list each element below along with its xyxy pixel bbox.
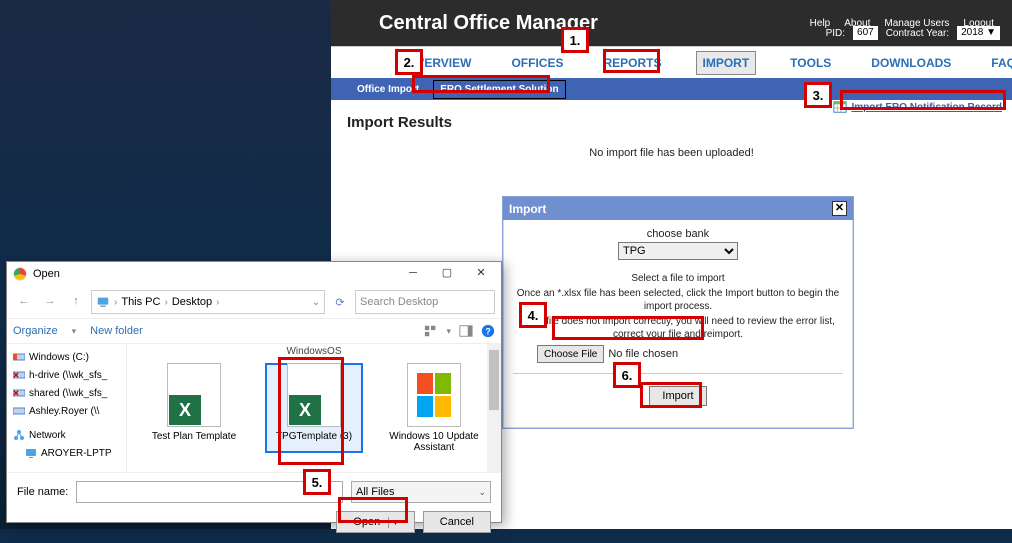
tree-node-user[interactable]: Ashley.Royer (\\ — [13, 402, 126, 420]
tree-node-aroyer[interactable]: AROYER-LPTP — [13, 444, 126, 462]
search-input[interactable]: Search Desktop — [355, 290, 495, 314]
divider — [513, 373, 843, 374]
fd-body: Windows (C:) h-drive (\\wk_sfs_ shared (… — [7, 344, 501, 472]
callout-1: 1. — [561, 27, 589, 53]
tree-node-h-drive[interactable]: h-drive (\\wk_sfs_ — [13, 366, 126, 384]
file-open-dialog: Open ─ ▢ ✕ ← → ↑ › This PC › Desktop › ⌄… — [6, 261, 502, 523]
close-icon[interactable]: ✕ — [467, 265, 495, 283]
callout-6: 6. — [613, 362, 641, 388]
help-icon[interactable]: ? — [481, 324, 495, 338]
back-icon[interactable]: ← — [13, 291, 35, 313]
network-drive-icon — [13, 405, 25, 417]
view-icon[interactable] — [424, 324, 438, 338]
callout-3: 3. — [804, 82, 832, 108]
bank-select[interactable]: TPG — [618, 242, 738, 260]
chevron-down-icon: ⌄ — [478, 487, 486, 498]
fd-nav: ← → ↑ › This PC › Desktop › ⌄ ⟳ Search D… — [7, 286, 501, 318]
minimize-icon[interactable]: ─ — [399, 265, 427, 283]
fd-tree[interactable]: Windows (C:) h-drive (\\wk_sfs_ shared (… — [7, 344, 127, 472]
crumb-root[interactable]: This PC — [121, 296, 160, 308]
callout-2-box — [412, 75, 550, 93]
choose-bank-label: choose bank — [513, 228, 843, 240]
results-heading: Import Results — [347, 114, 996, 131]
callout-4-box — [552, 316, 704, 340]
import-dialog-titlebar[interactable]: Import ✕ — [503, 197, 853, 220]
new-folder-button[interactable]: New folder — [90, 325, 143, 337]
tree-node-windows-c[interactable]: Windows (C:) — [13, 348, 126, 366]
monitor-icon — [25, 447, 37, 459]
fd-titlebar[interactable]: Open ─ ▢ ✕ — [7, 262, 501, 286]
callout-6-box — [640, 382, 702, 408]
callout-5b-box — [278, 357, 344, 465]
callout-3-box — [840, 90, 1006, 110]
network-drive-x-icon — [13, 369, 25, 381]
forward-icon[interactable]: → — [39, 291, 61, 313]
maximize-icon[interactable]: ▢ — [433, 265, 461, 283]
chevron-down-icon[interactable]: ▾ — [72, 326, 77, 337]
nav-downloads[interactable]: DOWNLOADS — [865, 52, 957, 74]
main-nav: OVERVIEW OFFICES REPORTS IMPORT TOOLS DO… — [331, 46, 1012, 78]
pid-label: PID: — [826, 28, 845, 39]
crumb-folder[interactable]: Desktop — [172, 296, 212, 308]
group-label: WindowsOS — [127, 346, 501, 357]
year-label: Contract Year: — [886, 28, 949, 39]
fd-footer: File name: All Files ⌄ Open ▾ Cancel — [7, 472, 501, 543]
callout-4: 4. — [519, 302, 547, 328]
cancel-button[interactable]: Cancel — [423, 511, 491, 533]
import-dialog-title: Import — [509, 202, 546, 216]
path-breadcrumb[interactable]: › This PC › Desktop › ⌄ — [91, 290, 325, 314]
chrome-icon — [13, 267, 27, 281]
nav-import[interactable]: IMPORT — [696, 51, 757, 75]
network-icon — [13, 429, 25, 441]
fd-title-text: Open — [33, 268, 60, 280]
organize-menu[interactable]: Organize — [13, 325, 58, 337]
pid-row: PID: 607 Contract Year: 2018 ▼ — [826, 26, 1000, 40]
refresh-icon[interactable]: ⟳ — [329, 296, 351, 309]
file-item-win10-update[interactable]: Windows 10 Update Assistant — [385, 363, 483, 453]
nav-tools[interactable]: TOOLS — [784, 52, 837, 74]
pc-icon — [96, 295, 110, 309]
file-row: Choose File No file chosen — [537, 345, 843, 363]
preview-pane-icon[interactable] — [459, 324, 473, 338]
chevron-down-icon[interactable]: ⌄ — [312, 297, 320, 308]
callout-2: 2. — [395, 49, 423, 75]
scrollbar[interactable] — [487, 344, 501, 472]
callout-5: 5. — [303, 469, 331, 495]
tree-node-shared[interactable]: shared (\\wk_sfs_ — [13, 384, 126, 402]
nav-offices[interactable]: OFFICES — [505, 52, 569, 74]
help-text-1: Once an *.xlsx file has been selected, c… — [513, 287, 843, 313]
chevron-down-icon[interactable]: ▾ — [446, 326, 451, 337]
pid-value[interactable]: 607 — [853, 26, 878, 40]
svg-text:?: ? — [485, 327, 490, 337]
network-drive-x-icon — [13, 387, 25, 399]
no-file-label: No file chosen — [608, 348, 678, 360]
tree-node-network[interactable]: Network — [13, 426, 126, 444]
filename-label: File name: — [17, 486, 68, 498]
fd-toolbar: Organize ▾ New folder ▾ ? — [7, 318, 501, 344]
year-select[interactable]: 2018 ▼ — [957, 26, 1000, 40]
callout-5-box — [338, 497, 408, 523]
drive-icon — [13, 351, 25, 363]
file-item-test-plan[interactable]: X Test Plan Template — [145, 363, 243, 453]
import-dialog-close-icon[interactable]: ✕ — [832, 201, 847, 216]
no-import-msg: No import file has been uploaded! — [347, 147, 996, 159]
callout-1-box — [603, 49, 660, 73]
choose-file-button[interactable]: Choose File — [537, 345, 604, 363]
scrollbar-thumb[interactable] — [489, 350, 499, 410]
up-icon[interactable]: ↑ — [65, 291, 87, 313]
select-file-label: Select a file to import — [513, 272, 843, 285]
nav-faq[interactable]: FAQ — [985, 52, 1012, 74]
